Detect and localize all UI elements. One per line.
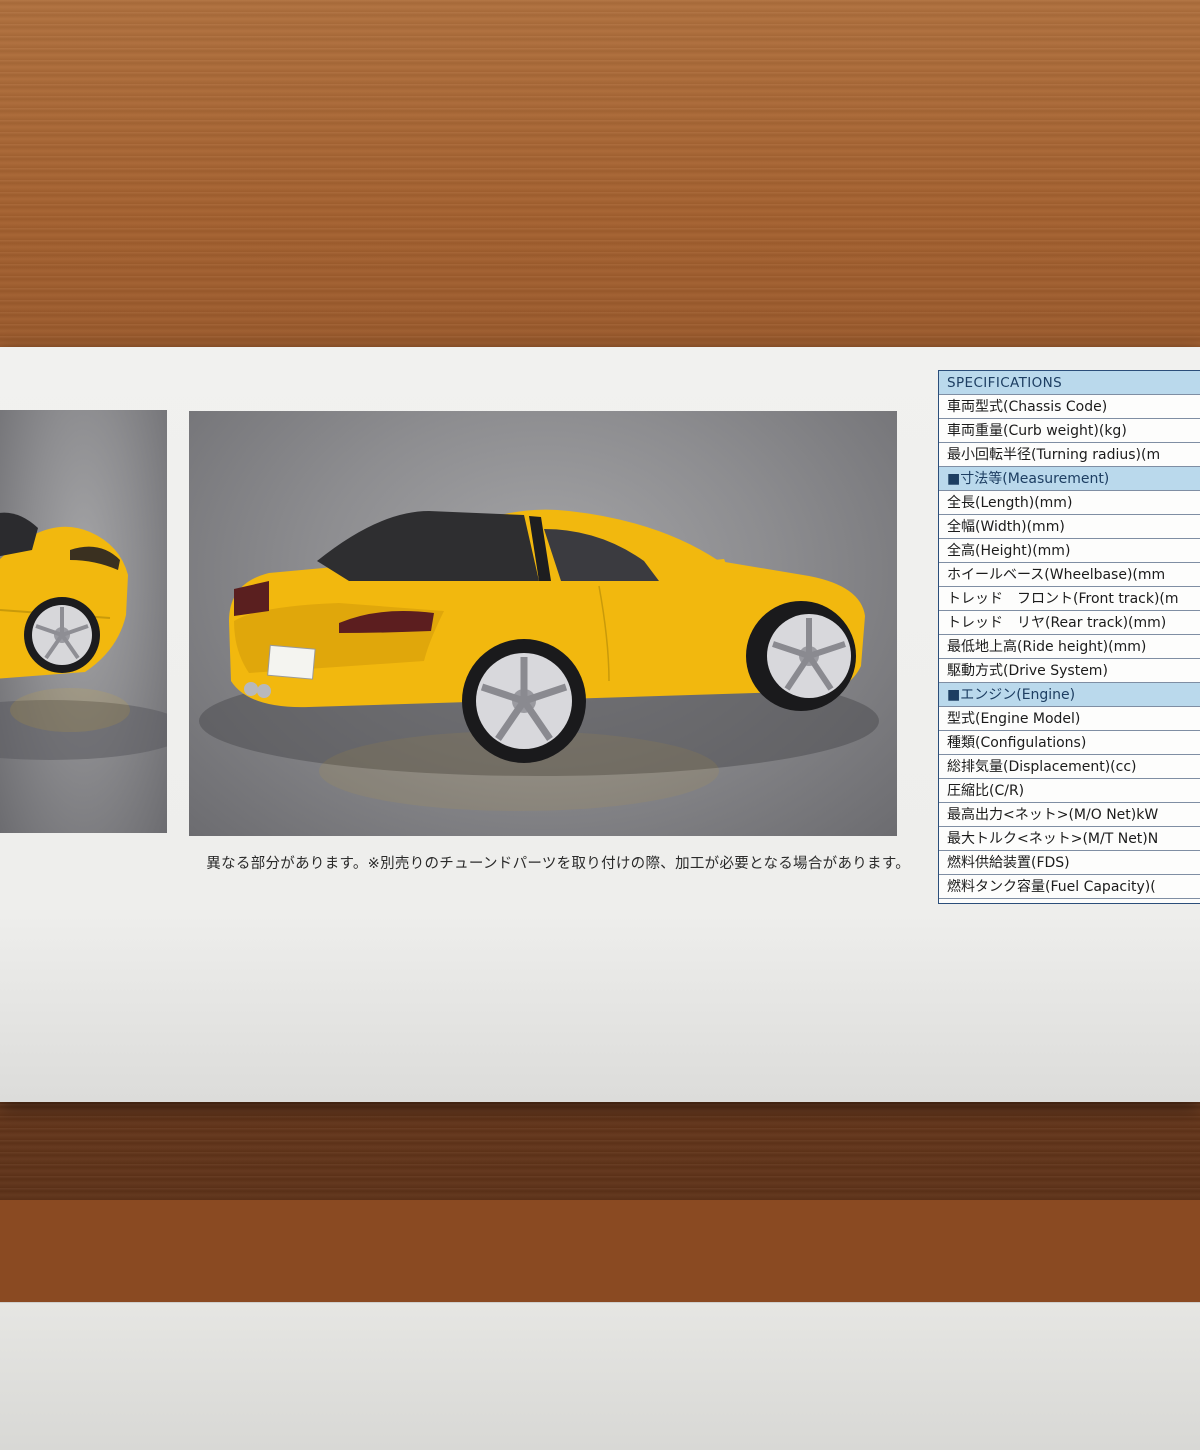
specifications-table: SPECIFICATIONS 車両型式(Chassis Code) 車両重量(C… bbox=[938, 370, 1200, 904]
spec-row-max-output: 最高出力<ネット>(M/O Net)kW bbox=[939, 803, 1200, 827]
spec-row-width: 全幅(Width)(mm) bbox=[939, 515, 1200, 539]
spec-row-ride-height: 最低地上高(Ride height)(mm) bbox=[939, 635, 1200, 659]
spec-row-turning-radius: 最小回転半径(Turning radius)(m bbox=[939, 443, 1200, 467]
spec-row-drive-system: 駆動方式(Drive System) bbox=[939, 659, 1200, 683]
box-lower-panel bbox=[0, 1302, 1200, 1450]
spec-header: SPECIFICATIONS bbox=[939, 371, 1200, 395]
spec-row-wheelbase: ホイールベース(Wheelbase)(mm bbox=[939, 563, 1200, 587]
spec-row-fuel-capacity: 燃料タンク容量(Fuel Capacity)( bbox=[939, 875, 1200, 899]
spec-row-height: 全高(Height)(mm) bbox=[939, 539, 1200, 563]
spec-row-configurations: 種類(Configulations) bbox=[939, 731, 1200, 755]
car-photo-rear-three-quarter bbox=[189, 411, 897, 836]
spec-row-rear-track: トレッド リヤ(Rear track)(mm) bbox=[939, 611, 1200, 635]
spec-row-chassis-code: 車両型式(Chassis Code) bbox=[939, 395, 1200, 419]
spec-row-fuel-delivery: 燃料供給装置(FDS) bbox=[939, 851, 1200, 875]
spec-row-length: 全長(Length)(mm) bbox=[939, 491, 1200, 515]
spec-row-front-track: トレッド フロント(Front track)(m bbox=[939, 587, 1200, 611]
car-photo-front-view bbox=[0, 410, 167, 833]
disclaimer-text: 異なる部分があります。※別売りのチューンドパーツを取り付けの際、加工が必要となる… bbox=[206, 856, 910, 872]
spec-row-max-torque: 最大トルク<ネット>(M/T Net)N bbox=[939, 827, 1200, 851]
spec-section-engine: ■エンジン(Engine) bbox=[939, 683, 1200, 707]
spec-row-engine-model: 型式(Engine Model) bbox=[939, 707, 1200, 731]
spec-section-measurement: ■寸法等(Measurement) bbox=[939, 467, 1200, 491]
spec-row-compression-ratio: 圧縮比(C/R) bbox=[939, 779, 1200, 803]
spec-row-displacement: 総排気量(Displacement)(cc) bbox=[939, 755, 1200, 779]
spec-row-curb-weight: 車両重量(Curb weight)(kg) bbox=[939, 419, 1200, 443]
